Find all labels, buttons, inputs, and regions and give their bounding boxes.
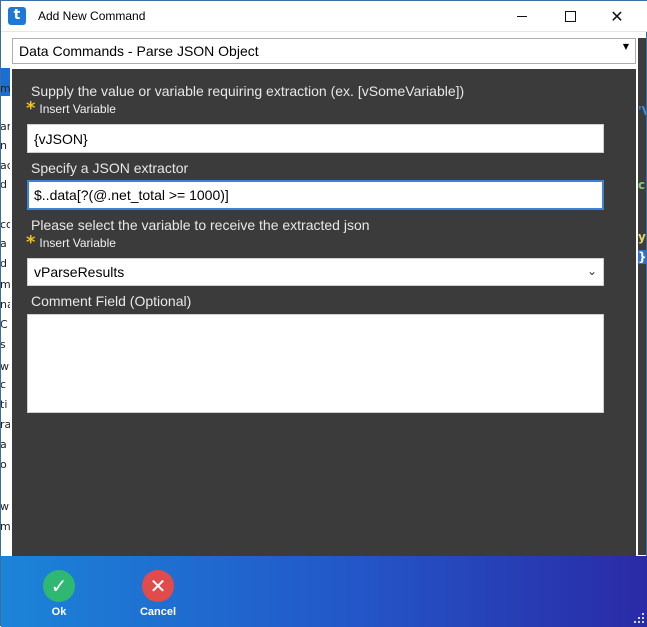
close-button[interactable]: ✕: [594, 1, 640, 32]
json-extractor-input[interactable]: $..data[?(@.net_total >= 1000)]: [27, 180, 604, 210]
cancel-button[interactable]: ✕ Cancel: [133, 570, 183, 618]
receive-variable-value: vParseResults: [34, 264, 125, 280]
asterisk-icon: *: [26, 98, 36, 119]
dropdown-arrow-icon: ▼: [622, 42, 629, 51]
dialog-footer: ✓ Ok ✕ Cancel: [1, 556, 647, 627]
command-select-value: Data Commands - Parse JSON Object: [19, 43, 259, 59]
cancel-label: Cancel: [139, 606, 177, 618]
insert-variable-link-1[interactable]: * Insert Variable: [26, 98, 116, 119]
insert-variable-text: Insert Variable: [39, 102, 116, 116]
title-bar[interactable]: t Add New Command ✕: [1, 1, 647, 32]
receive-label: Please select the variable to receive th…: [31, 217, 370, 233]
checkmark-icon: ✓: [43, 570, 75, 602]
maximize-button[interactable]: [547, 1, 593, 32]
comment-textarea[interactable]: [27, 314, 604, 413]
value-label: Supply the value or variable requiring e…: [31, 83, 465, 99]
ok-button[interactable]: ✓ Ok: [34, 570, 84, 618]
close-icon: ✕: [610, 6, 624, 26]
maximize-icon: [564, 11, 576, 22]
window-title: Add New Command: [38, 9, 146, 23]
asterisk-icon: *: [26, 232, 36, 253]
command-settings-panel: Supply the value or variable requiring e…: [12, 69, 636, 556]
comment-label: Comment Field (Optional): [31, 293, 192, 309]
insert-variable-text: Insert Variable: [39, 236, 116, 250]
insert-variable-link-2[interactable]: * Insert Variable: [26, 232, 116, 253]
value-input[interactable]: {vJSON}: [27, 124, 604, 153]
minimize-button[interactable]: [499, 1, 545, 32]
close-icon: ✕: [142, 570, 174, 602]
app-icon: t: [8, 7, 26, 25]
chevron-down-icon: ⌄: [586, 264, 597, 278]
resize-grip-icon[interactable]: [634, 613, 644, 623]
command-select[interactable]: Data Commands - Parse JSON Object ▼: [12, 38, 636, 64]
add-command-dialog: t Add New Command ✕ Data Commands - Pars…: [0, 0, 647, 627]
ok-label: Ok: [51, 606, 67, 618]
minimize-icon: [517, 16, 527, 17]
extractor-label: Specify a JSON extractor: [31, 160, 189, 176]
receive-variable-select[interactable]: vParseResults ⌄: [27, 258, 604, 286]
